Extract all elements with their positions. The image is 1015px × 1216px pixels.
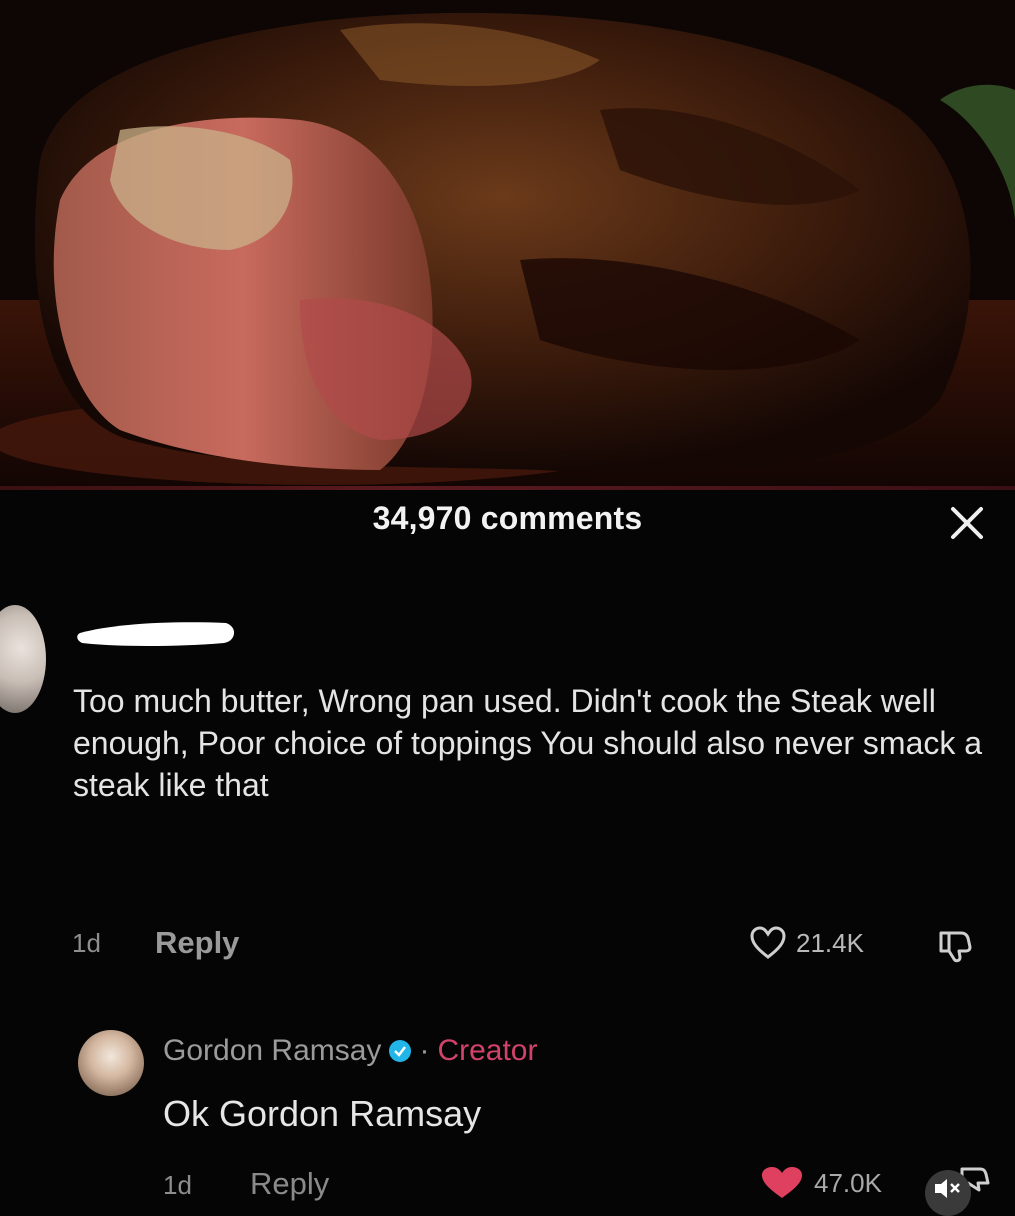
reply-text: Ok Gordon Ramsay	[163, 1093, 482, 1134]
reply-like-count: 47.0K	[814, 1167, 882, 1198]
reply-timestamp: 1d	[163, 1170, 192, 1200]
creator-avatar[interactable]	[78, 1030, 144, 1096]
close-icon	[951, 507, 983, 539]
comments-count-title: 34,970 comments	[372, 500, 643, 536]
creator-badge: Creator	[437, 1034, 538, 1067]
reply-author-name[interactable]: Gordon Ramsay	[163, 1034, 381, 1068]
commenter-avatar[interactable]	[0, 605, 46, 713]
reply-like-button[interactable]: 47.0K	[760, 1166, 882, 1200]
steak-image	[0, 0, 1015, 488]
video-thumbnail[interactable]	[0, 0, 1015, 488]
separator-dot: ·	[419, 1034, 430, 1067]
reply-author-row: Gordon Ramsay · Creator	[163, 1034, 537, 1068]
heart-outline-icon	[750, 926, 786, 959]
mute-toggle[interactable]	[925, 1170, 971, 1216]
video-divider	[0, 486, 1015, 490]
like-button[interactable]: 21.4K	[750, 926, 864, 960]
dislike-button[interactable]	[935, 925, 975, 970]
redacted-username	[77, 622, 235, 646]
reply-button[interactable]: Reply	[155, 925, 239, 961]
thumbs-down-icon	[939, 931, 972, 963]
like-count: 21.4K	[796, 927, 864, 958]
comment-timestamp: 1d	[72, 928, 101, 958]
heart-filled-icon	[762, 1167, 802, 1198]
reply-reply-button[interactable]: Reply	[250, 1166, 329, 1202]
verified-badge-icon	[389, 1040, 412, 1062]
speaker-muted-icon	[935, 1179, 960, 1198]
comment-text: Too much butter, Wrong pan used. Didn't …	[73, 683, 983, 803]
close-button[interactable]	[944, 500, 990, 546]
